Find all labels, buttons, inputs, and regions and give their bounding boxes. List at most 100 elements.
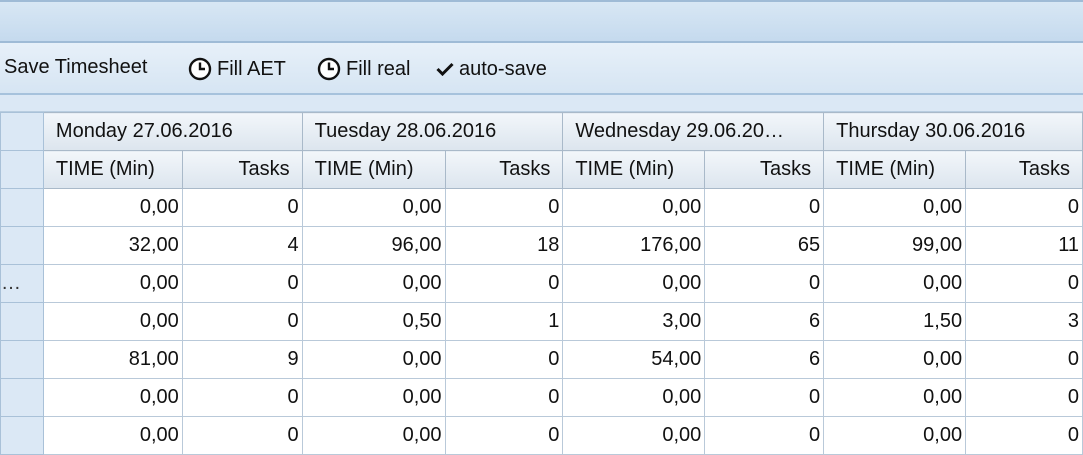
time-cell[interactable]: 1,50 [823, 302, 967, 341]
tasks-column-header[interactable]: Tasks [704, 150, 825, 189]
row-header[interactable]: … [0, 264, 44, 303]
toolbar: Save Timesheet Fill AET Fill real auto-s… [0, 43, 1083, 95]
tasks-cell[interactable]: 0 [965, 340, 1083, 379]
tasks-cell[interactable]: 0 [181, 302, 303, 341]
time-cell[interactable]: 0,00 [301, 340, 446, 379]
day-header[interactable]: Monday 27.06.2016 [42, 112, 303, 151]
tasks-cell[interactable]: 0 [704, 416, 825, 455]
save-timesheet-button[interactable]: Save Timesheet [4, 53, 147, 81]
time-cell[interactable]: 32,00 [42, 226, 183, 265]
time-cell[interactable]: 0,00 [42, 264, 183, 303]
day-header[interactable]: Thursday 30.06.2016 [823, 112, 1083, 151]
tasks-cell[interactable]: 11 [965, 226, 1083, 265]
title-band [0, 0, 1083, 43]
table-row: … 0,00 0 0,00 0 0,00 0 0,00 0 [0, 264, 1083, 303]
timesheet-table: Monday 27.06.2016 Tuesday 28.06.2016 Wed… [0, 112, 1083, 455]
tasks-cell[interactable]: 1 [444, 302, 564, 341]
tasks-cell[interactable]: 0 [444, 264, 564, 303]
time-cell[interactable]: 0,00 [42, 188, 183, 227]
tasks-cell[interactable]: 0 [181, 378, 303, 417]
tasks-cell[interactable]: 0 [444, 416, 564, 455]
time-column-header[interactable]: TIME (Min) [823, 150, 967, 189]
time-cell[interactable]: 0,00 [301, 416, 446, 455]
fill-real-button[interactable]: Fill real [317, 55, 410, 83]
row-header[interactable] [0, 378, 44, 417]
tasks-cell[interactable]: 0 [965, 188, 1083, 227]
time-cell[interactable]: 0,00 [42, 302, 183, 341]
time-cell[interactable]: 0,00 [301, 264, 446, 303]
clock-icon [317, 57, 341, 81]
tasks-cell[interactable]: 0 [965, 264, 1083, 303]
auto-save-label: auto-save [459, 57, 547, 80]
tasks-cell[interactable]: 0 [704, 378, 825, 417]
corner-cell [0, 150, 44, 189]
tasks-cell[interactable]: 0 [965, 416, 1083, 455]
tasks-cell[interactable]: 3 [965, 302, 1083, 341]
time-cell[interactable]: 54,00 [562, 340, 706, 379]
time-cell[interactable]: 96,00 [301, 226, 446, 265]
tasks-column-header[interactable]: Tasks [444, 150, 564, 189]
tasks-cell[interactable]: 6 [704, 340, 825, 379]
time-column-header[interactable]: TIME (Min) [301, 150, 446, 189]
tasks-cell[interactable]: 4 [181, 226, 303, 265]
time-cell[interactable]: 0,00 [301, 188, 446, 227]
time-cell[interactable]: 3,00 [562, 302, 706, 341]
day-header[interactable]: Tuesday 28.06.2016 [301, 112, 564, 151]
tasks-cell[interactable]: 0 [181, 264, 303, 303]
time-cell[interactable]: 0,00 [562, 378, 706, 417]
checkmark-icon [436, 62, 454, 76]
tasks-cell[interactable]: 0 [444, 188, 564, 227]
table-row: 0,00 0 0,00 0 0,00 0 0,00 0 [0, 188, 1083, 227]
time-cell[interactable]: 0,50 [301, 302, 446, 341]
time-cell[interactable]: 176,00 [562, 226, 706, 265]
time-column-header[interactable]: TIME (Min) [42, 150, 183, 189]
tasks-column-header[interactable]: Tasks [181, 150, 303, 189]
time-cell[interactable]: 0,00 [42, 378, 183, 417]
row-header[interactable] [0, 302, 44, 341]
time-cell[interactable]: 0,00 [823, 340, 967, 379]
time-cell[interactable]: 0,00 [823, 378, 967, 417]
separator-strip [0, 95, 1083, 112]
tasks-column-header[interactable]: Tasks [965, 150, 1083, 189]
tasks-cell[interactable]: 0 [444, 340, 564, 379]
tasks-cell[interactable]: 65 [704, 226, 825, 265]
row-header[interactable] [0, 340, 44, 379]
fill-aet-button[interactable]: Fill AET [188, 55, 286, 83]
time-cell[interactable]: 0,00 [823, 264, 967, 303]
row-header[interactable] [0, 226, 44, 265]
time-cell[interactable]: 0,00 [562, 416, 706, 455]
time-cell[interactable]: 0,00 [823, 416, 967, 455]
tasks-cell[interactable]: 0 [444, 378, 564, 417]
tasks-cell[interactable]: 0 [965, 378, 1083, 417]
clock-icon [188, 57, 212, 81]
tasks-cell[interactable]: 0 [704, 264, 825, 303]
time-cell[interactable]: 0,00 [823, 188, 967, 227]
corner-cell [0, 112, 44, 151]
time-cell[interactable]: 0,00 [562, 188, 706, 227]
tasks-cell[interactable]: 0 [181, 416, 303, 455]
time-cell[interactable]: 0,00 [42, 416, 183, 455]
tasks-cell[interactable]: 9 [181, 340, 303, 379]
time-cell[interactable]: 0,00 [562, 264, 706, 303]
tasks-cell[interactable]: 18 [444, 226, 564, 265]
save-timesheet-label: Save Timesheet [4, 55, 148, 78]
timesheet-grid: Monday 27.06.2016 Tuesday 28.06.2016 Wed… [0, 112, 1083, 455]
table-row: 32,00 4 96,00 18 176,00 65 99,00 11 [0, 226, 1083, 265]
day-header[interactable]: Wednesday 29.06.20… [562, 112, 825, 151]
tasks-cell[interactable]: 0 [181, 188, 303, 227]
time-cell[interactable]: 99,00 [823, 226, 967, 265]
time-column-header[interactable]: TIME (Min) [562, 150, 706, 189]
fill-real-label: Fill real [346, 57, 411, 80]
row-header[interactable] [0, 188, 44, 227]
auto-save-toggle[interactable]: auto-save [436, 55, 547, 83]
tasks-cell[interactable]: 6 [704, 302, 825, 341]
time-cell[interactable]: 0,00 [301, 378, 446, 417]
fill-aet-label: Fill AET [217, 57, 286, 80]
table-row: 0,00 0 0,00 0 0,00 0 0,00 0 [0, 378, 1083, 417]
table-row: 0,00 0 0,00 0 0,00 0 0,00 0 [0, 416, 1083, 455]
table-row: 0,00 0 0,50 1 3,00 6 1,50 3 [0, 302, 1083, 341]
tasks-cell[interactable]: 0 [704, 188, 825, 227]
time-cell[interactable]: 81,00 [42, 340, 183, 379]
table-row: 81,00 9 0,00 0 54,00 6 0,00 0 [0, 340, 1083, 379]
row-header[interactable] [0, 416, 44, 455]
